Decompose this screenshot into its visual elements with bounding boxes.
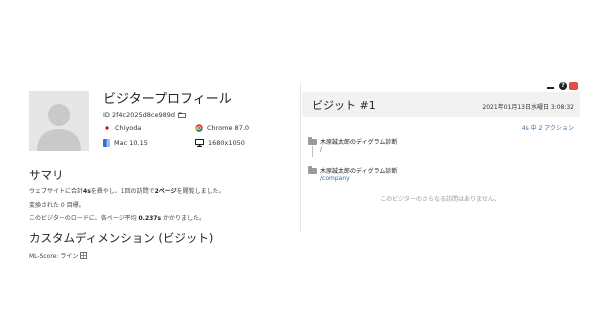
action-summary-link[interactable]: 4s 中 2 アクション — [470, 123, 574, 132]
folder-icon — [308, 137, 317, 145]
page-count: 2ページ — [154, 188, 177, 195]
browser-text: Chrome 87.0 — [207, 124, 250, 132]
folder-icon — [308, 166, 317, 174]
operating-system: Mac 10.15 — [103, 139, 148, 147]
visit-date: 2021年01月13日水曜日 3:08:32 — [482, 104, 574, 111]
segment-icon[interactable] — [178, 112, 186, 118]
summary-goals-line: 変換された 0 目標。 — [29, 202, 85, 209]
help-icon[interactable]: ? — [559, 82, 567, 90]
resolution-text: 1680x1050 — [208, 139, 245, 147]
visitor-id-text: ID 2f4c2025d8ce989d — [103, 111, 176, 119]
visitor-id: ID 2f4c2025d8ce989d — [103, 111, 186, 119]
page-title: 木原誠太郎のディグラム診断 — [320, 168, 398, 175]
resolution: 1680x1050 — [195, 139, 245, 147]
mac-icon — [103, 139, 110, 147]
summary-text: このビジターのロードに、各ページ平均 — [29, 215, 139, 222]
profile-title: ビジタープロフィール — [103, 92, 232, 107]
custom-dimensions-heading: カスタムディメンション (ビジット) — [29, 231, 214, 245]
summary-heading: サマリ — [29, 168, 64, 182]
timeline-line — [312, 146, 313, 157]
table-icon[interactable] — [80, 252, 88, 259]
location-text: Chiyoda — [115, 124, 142, 132]
location: Chiyoda — [103, 124, 141, 132]
ml-score: ML-Score: ライン — [29, 251, 88, 260]
summary-load-line: このビジターのロードに、各ページ平均 0.237s かかりました。 — [29, 213, 205, 222]
japan-flag-icon — [103, 125, 111, 131]
summary-time-line: ウェブサイトに合計4sを費やし、1回の訪問で2ページを閲覧しました。 — [29, 186, 225, 195]
visit-title: ビジット #1 — [312, 99, 376, 112]
summary-text: かかりました。 — [161, 215, 205, 222]
close-icon[interactable] — [569, 82, 578, 96]
monitor-icon — [195, 139, 204, 147]
total-time: 4s — [83, 188, 91, 195]
avg-load-time: 0.237s — [138, 215, 162, 222]
summary-text: ウェブサイトに合計 — [29, 188, 84, 195]
page-title: 木原誠太郎のディグラム診断 — [320, 139, 398, 146]
avatar-silhouette-icon — [29, 91, 89, 151]
panel-divider — [300, 82, 301, 232]
os-text: Mac 10.15 — [114, 139, 148, 147]
page-url-link[interactable]: / — [320, 146, 322, 153]
minimize-icon[interactable] — [547, 81, 555, 90]
chrome-icon — [195, 124, 203, 132]
summary-text: を閲覧しました。 — [176, 188, 225, 195]
browser: Chrome 87.0 — [195, 124, 249, 132]
ml-score-text: ML-Score: ライン — [29, 253, 79, 260]
avatar — [29, 91, 89, 151]
summary-text: を費やし、1回の訪問で — [90, 188, 155, 195]
page-url-link[interactable]: /company — [320, 175, 350, 182]
no-more-visits-text: このビジターのさらなる訪問はありません。 — [380, 196, 500, 203]
